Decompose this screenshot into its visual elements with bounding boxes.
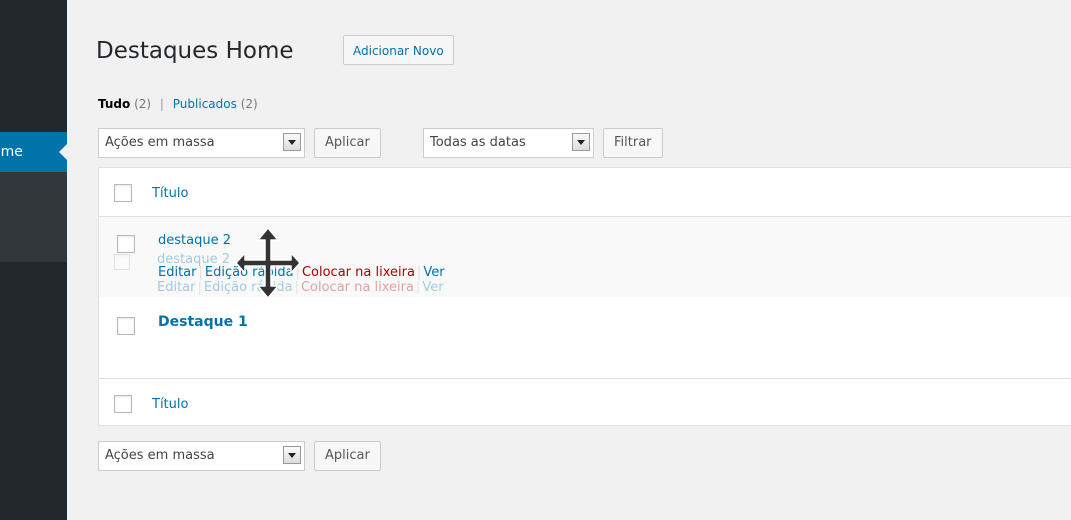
row-checkbox[interactable]	[117, 235, 135, 253]
sidebar-submenu	[0, 172, 67, 262]
select-all-checkbox-bottom[interactable]	[114, 395, 132, 413]
bulk-actions-select-top[interactable]: Ações em massa	[98, 128, 305, 158]
drag-ghost-row: destaque 2 Editar | Edição rápida | Colocar …	[114, 252, 444, 295]
current-menu-arrow	[59, 144, 67, 160]
column-title-footer[interactable]: Título	[152, 397, 188, 412]
ghost-action-edit: Editar	[157, 280, 196, 295]
view-published-count: (2)	[240, 97, 258, 111]
chevron-down-icon	[283, 446, 301, 464]
select-all-checkbox-top[interactable]	[114, 184, 132, 202]
views-separator: |	[159, 97, 164, 111]
apply-button-top[interactable]: Aplicar	[314, 128, 381, 158]
sidebar-item-label: ome	[0, 144, 23, 160]
ghost-action-view: Ver	[422, 280, 444, 295]
chevron-down-icon	[572, 133, 590, 151]
bulk-actions-select-bottom[interactable]: Ações em massa	[98, 441, 305, 471]
bulk-actions-value: Ações em massa	[105, 448, 215, 463]
post-status-views: Tudo (2) | Publicados (2)	[98, 96, 258, 112]
bulk-actions-value: Ações em massa	[105, 135, 215, 150]
table-header: Título	[99, 168, 1071, 217]
apply-button-bottom[interactable]: Aplicar	[314, 441, 381, 471]
date-filter-select[interactable]: Todas as datas	[423, 128, 594, 158]
admin-sidebar: ome	[0, 0, 67, 520]
chevron-down-icon	[283, 133, 301, 151]
row-title-link[interactable]: Destaque 1	[158, 314, 248, 330]
view-all-count: (2)	[134, 97, 152, 111]
view-all-link[interactable]: Tudo	[98, 97, 130, 111]
move-icon	[236, 227, 300, 299]
ghost-title: destaque 2	[157, 252, 230, 267]
table-row: Destaque 1	[99, 298, 1071, 378]
ghost-checkbox	[114, 254, 130, 270]
ghost-row-actions: Editar | Edição rápida | Colocar na lixeira |…	[157, 280, 444, 295]
ghost-action-trash: Colocar na lixeira	[300, 280, 414, 295]
view-published-link[interactable]: Publicados	[173, 97, 237, 111]
filter-button[interactable]: Filtrar	[603, 128, 663, 158]
table-footer: Título	[99, 378, 1071, 427]
row-checkbox[interactable]	[117, 317, 135, 335]
sidebar-item-destaques-home[interactable]: ome	[0, 132, 67, 172]
add-new-button[interactable]: Adicionar Novo	[343, 35, 454, 65]
column-title-header[interactable]: Título	[152, 186, 188, 201]
row-title-link[interactable]: destaque 2	[158, 233, 231, 248]
date-filter-value: Todas as datas	[430, 135, 526, 150]
page-title: Destaques Home	[96, 38, 294, 64]
